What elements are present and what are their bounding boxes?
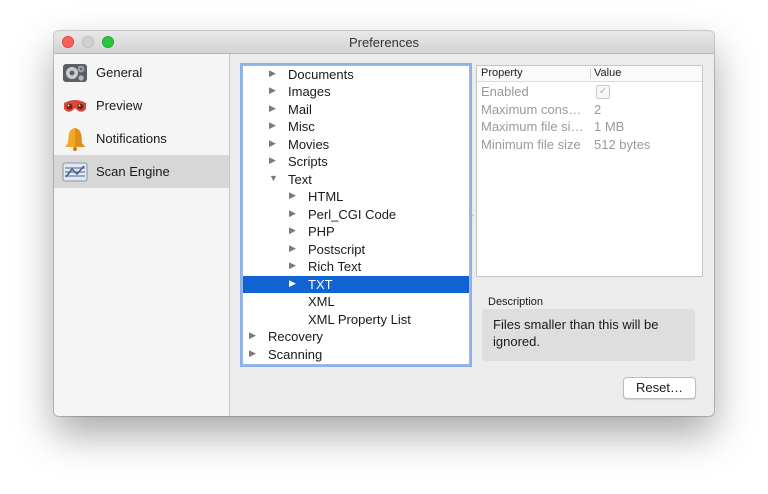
preferences-window: Preferences General Preview Notification…	[54, 31, 714, 416]
tree-row[interactable]: ▶ Postscript	[243, 241, 469, 258]
reset-button[interactable]: Reset…	[623, 377, 696, 399]
file-type-tree[interactable]: ▶ Documents ▶ Images ▶ Mail ▶ Misc ▶ Mov…	[242, 65, 470, 365]
column-header-property[interactable]: Property	[481, 67, 523, 79]
tree-row[interactable]: ▶ PHP	[243, 223, 469, 240]
table-row[interactable]: Minimum file size 512 bytes	[477, 136, 702, 153]
column-divider[interactable]	[590, 68, 591, 79]
sidebar-item-preview[interactable]: Preview	[54, 89, 229, 122]
tree-row-label: Documents	[288, 67, 354, 82]
description-label: Description	[488, 296, 544, 308]
split-view-divider[interactable]: •	[471, 211, 475, 220]
table-row[interactable]: Maximum cons… 2	[477, 101, 702, 118]
disclosure-triangle-icon[interactable]: ▶	[289, 278, 296, 289]
description-text: Files smaller than this will be ignored.	[493, 317, 659, 349]
disclosure-triangle-icon[interactable]: ▶	[269, 68, 276, 79]
property-name: Maximum cons…	[481, 102, 582, 117]
window-title: Preferences	[348, 35, 420, 50]
disclosure-triangle-expanded-icon[interactable]: ▼	[269, 173, 278, 183]
sidebar-item-notifications[interactable]: Notifications	[54, 122, 229, 155]
property-value[interactable]: 512 bytes	[594, 137, 650, 152]
disclosure-triangle-icon[interactable]: ▶	[289, 243, 296, 254]
sidebar: General Preview Notifications Scan Engin…	[54, 54, 230, 416]
tree-row-selected[interactable]: ▶ TXT	[243, 276, 469, 293]
sidebar-item-label: Preview	[96, 98, 143, 113]
tree-row[interactable]: ▶ Perl_CGI Code	[243, 206, 469, 223]
disclosure-triangle-icon[interactable]: ▶	[269, 138, 276, 149]
property-table[interactable]: Property Value Enabled ✓ Maximum cons… 2…	[476, 65, 703, 277]
tree-row-label: Text	[288, 172, 312, 187]
sidebar-item-label: Scan Engine	[96, 164, 170, 179]
sidebar-item-scan-engine[interactable]: Scan Engine	[54, 155, 229, 188]
sidebar-item-label: General	[96, 65, 143, 80]
tree-row[interactable]: ▶ Documents	[243, 66, 469, 83]
tree-row-label: Rich Text	[308, 259, 362, 274]
tree-row-label: Images	[288, 84, 331, 99]
title-bar[interactable]: Preferences	[54, 31, 714, 54]
disclosure-triangle-icon[interactable]: ▶	[289, 260, 296, 271]
sidebar-item-label: Notifications	[96, 131, 167, 146]
disclosure-triangle-icon[interactable]: ▶	[269, 85, 276, 96]
tree-row[interactable]: ▶ Misc	[243, 118, 469, 135]
bell-icon	[65, 128, 85, 151]
tree-row[interactable]: ▶ HTML	[243, 188, 469, 205]
scan-engine-icon	[62, 162, 88, 182]
tree-row-label: XML Property List	[308, 312, 411, 327]
tree-row[interactable]: XML Property List	[243, 311, 469, 328]
disclosure-triangle-icon[interactable]: ▶	[289, 208, 296, 219]
disclosure-triangle-icon[interactable]: ▶	[289, 225, 296, 236]
tree-row[interactable]: ▶ Scanning	[243, 346, 469, 363]
tree-row-label: PHP	[308, 224, 335, 239]
description-box: Files smaller than this will be ignored.	[482, 309, 695, 361]
property-name: Enabled	[481, 84, 529, 99]
disclosure-triangle-icon[interactable]: ▶	[269, 155, 276, 166]
tree-row-label: XML	[308, 294, 335, 309]
disclosure-triangle-icon[interactable]: ▶	[249, 348, 256, 359]
tree-row[interactable]: XML	[243, 293, 469, 310]
tree-row-label: Recovery	[268, 329, 323, 344]
tree-row-label: Perl_CGI Code	[308, 207, 397, 222]
table-header: Property Value	[477, 66, 702, 82]
property-value[interactable]: 1 MB	[594, 119, 624, 134]
enabled-checkbox[interactable]: ✓	[596, 85, 610, 99]
tree-row-label: Mail	[288, 102, 312, 117]
property-value[interactable]: 2	[594, 102, 601, 117]
disclosure-triangle-icon[interactable]: ▶	[289, 190, 296, 201]
preview-glasses-icon	[64, 100, 86, 112]
tree-row-label: Misc	[288, 119, 315, 134]
table-row[interactable]: Maximum file si… 1 MB	[477, 118, 702, 135]
disclosure-triangle-icon[interactable]: ▶	[249, 330, 256, 341]
tree-row-label: Postscript	[308, 242, 366, 257]
property-name: Minimum file size	[481, 137, 581, 152]
tree-row[interactable]: ▶ Scripts	[243, 153, 469, 170]
tree-row[interactable]: ▼ Text	[243, 171, 469, 188]
property-name: Maximum file si…	[481, 119, 584, 134]
tree-row[interactable]: ▶ Mail	[243, 101, 469, 118]
disclosure-triangle-icon[interactable]: ▶	[269, 120, 276, 131]
gears-icon	[63, 64, 87, 82]
tree-row[interactable]: ▶ Rich Text	[243, 258, 469, 275]
disclosure-triangle-icon[interactable]: ▶	[269, 103, 276, 114]
table-row[interactable]: Enabled ✓	[477, 83, 702, 100]
column-header-value[interactable]: Value	[594, 67, 621, 79]
tree-row-label: HTML	[308, 189, 344, 204]
tree-row[interactable]: ▶ Movies	[243, 136, 469, 153]
tree-row-label: Scanning	[268, 347, 323, 362]
tree-row-label: TXT	[308, 277, 333, 292]
tree-row[interactable]: ▶ Recovery	[243, 328, 469, 345]
tree-row-label: Scripts	[288, 154, 328, 169]
sidebar-item-general[interactable]: General	[54, 56, 229, 89]
tree-row-label: Movies	[288, 137, 330, 152]
tree-row[interactable]: ▶ Images	[243, 83, 469, 100]
